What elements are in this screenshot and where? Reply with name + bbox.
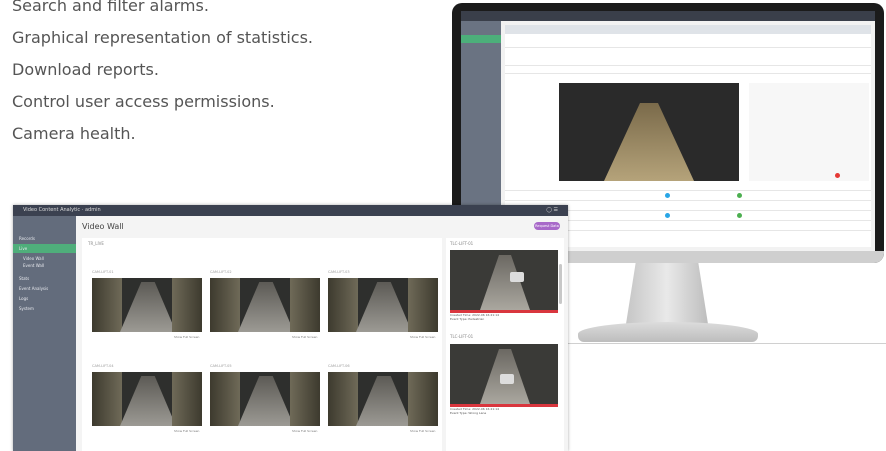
monitor-sidebar-active — [461, 35, 501, 43]
tunnel-wall — [92, 278, 122, 332]
alarm-info: Created Time: 2022-06 16:21:14 Event Typ… — [450, 310, 558, 321]
camera-label: CAM-LIFT-01 — [92, 270, 114, 274]
show-full-screen-link[interactable]: Show Full Screen — [174, 429, 199, 433]
camera-feed[interactable] — [328, 372, 438, 426]
tunnel-wall — [408, 278, 438, 332]
vehicle — [500, 374, 514, 384]
alarm-title: TLC-LIFT-01 — [450, 334, 474, 339]
sidebar-item-video-wall[interactable]: Video Wall — [23, 256, 44, 262]
monitor-row — [505, 47, 871, 48]
feature-list: Search and filter alarms. Graphical repr… — [12, 0, 432, 150]
camera-feed[interactable] — [210, 278, 320, 332]
show-full-screen-link[interactable]: Show Full Screen — [410, 335, 435, 339]
monitor-base — [578, 322, 758, 342]
road-image — [604, 103, 694, 181]
alarm-type: Event Type: Wrong Lane — [450, 411, 487, 415]
camera-label: CAM-LIFT-02 — [210, 270, 232, 274]
camera-label: CAM-LIFT-06 — [328, 364, 350, 368]
monitor-topbar — [461, 11, 875, 21]
sidebar-item-event-analysis[interactable]: Event Analysis — [19, 286, 48, 292]
alarm-type: Event Type: Pedestrian — [450, 317, 485, 321]
monitor-header — [505, 25, 871, 34]
camera-grid-panel: TR_LIVE CAM-LIFT-01 Show Full Screen CAM… — [82, 238, 442, 451]
panel-label: TR_LIVE — [88, 241, 104, 246]
show-full-screen-link[interactable]: Show Full Screen — [410, 429, 435, 433]
feature-item: Download reports. — [12, 60, 159, 79]
tunnel-wall — [172, 372, 202, 426]
app-title-text: Video Content Analytic — [23, 207, 81, 213]
feature-item: Control user access permissions. — [12, 92, 275, 111]
app-user: admin — [84, 207, 101, 213]
vehicle — [510, 272, 524, 282]
monitor-stand — [625, 263, 709, 325]
camera-feed[interactable] — [328, 278, 438, 332]
road-image — [356, 376, 412, 426]
monitor-detail-panel — [749, 83, 869, 181]
show-full-screen-link[interactable]: Show Full Screen — [174, 335, 199, 339]
alarm-snapshot[interactable] — [450, 344, 558, 404]
camera-label: CAM-LIFT-05 — [210, 364, 232, 368]
status-dot — [665, 213, 670, 218]
road-image — [238, 282, 294, 332]
status-dot — [835, 173, 840, 178]
show-full-screen-link[interactable]: Show Full Screen — [292, 335, 317, 339]
video-wall-app: Video Content Analytic · admin ◯ ☰ Recor… — [13, 205, 568, 451]
monitor-row — [505, 65, 871, 66]
scrollbar[interactable] — [559, 264, 562, 304]
road-image — [356, 282, 412, 332]
sidebar-item-logs[interactable]: Logs — [19, 296, 28, 302]
app-topbar: Video Content Analytic · admin ◯ ☰ — [13, 205, 568, 216]
tunnel-wall — [210, 372, 240, 426]
camera-feed[interactable] — [92, 278, 202, 332]
tunnel-wall — [290, 278, 320, 332]
road-image — [238, 376, 294, 426]
sidebar-item-system[interactable]: System — [19, 306, 34, 312]
monitor-video — [559, 83, 739, 181]
feature-item: Graphical representation of statistics. — [12, 28, 313, 47]
status-dot — [665, 193, 670, 198]
tunnel-wall — [328, 372, 358, 426]
camera-label: CAM-LIFT-04 — [92, 364, 114, 368]
tunnel-wall — [290, 372, 320, 426]
user-icon[interactable]: ◯ ☰ — [546, 206, 558, 215]
app-title: Video Content Analytic · admin — [23, 207, 101, 213]
monitor-row — [505, 200, 871, 201]
road-image — [480, 255, 530, 310]
camera-label: CAM-LIFT-03 — [328, 270, 350, 274]
sidebar-item-live[interactable]: Live — [19, 246, 27, 252]
sidebar-item-records[interactable]: Records — [19, 236, 35, 242]
main-content: Video Wall Request Data TR_LIVE CAM-LIFT… — [76, 216, 568, 451]
divider — [565, 343, 886, 344]
tunnel-wall — [408, 372, 438, 426]
road-image — [120, 282, 176, 332]
road-image — [120, 376, 176, 426]
request-data-button[interactable]: Request Data — [534, 222, 560, 230]
monitor-row — [505, 73, 871, 74]
alarm-title: TLC-LIFT-01 — [450, 241, 474, 246]
feature-item: Search and filter alarms. — [12, 0, 209, 15]
monitor-row — [505, 190, 871, 191]
camera-feed[interactable] — [210, 372, 320, 426]
tunnel-wall — [328, 278, 358, 332]
feature-item: Camera health. — [12, 124, 136, 143]
sidebar: Records Live Video Wall Event Wall Stats… — [13, 216, 76, 451]
sidebar-item-stats[interactable]: Stats — [19, 276, 29, 282]
tunnel-wall — [172, 278, 202, 332]
page-title: Video Wall — [82, 222, 124, 231]
alarm-info: Created Time: 2022-06 16:21:14 Event Typ… — [450, 404, 558, 415]
tunnel-wall — [92, 372, 122, 426]
tunnel-wall — [210, 278, 240, 332]
alarm-snapshot[interactable] — [450, 250, 558, 310]
sidebar-item-event-wall[interactable]: Event Wall — [23, 263, 44, 269]
status-dot — [737, 193, 742, 198]
camera-feed[interactable] — [92, 372, 202, 426]
status-dot — [737, 213, 742, 218]
show-full-screen-link[interactable]: Show Full Screen — [292, 429, 317, 433]
alarm-panel: TLC-LIFT-01 Created Time: 2022-06 16:21:… — [446, 238, 564, 451]
